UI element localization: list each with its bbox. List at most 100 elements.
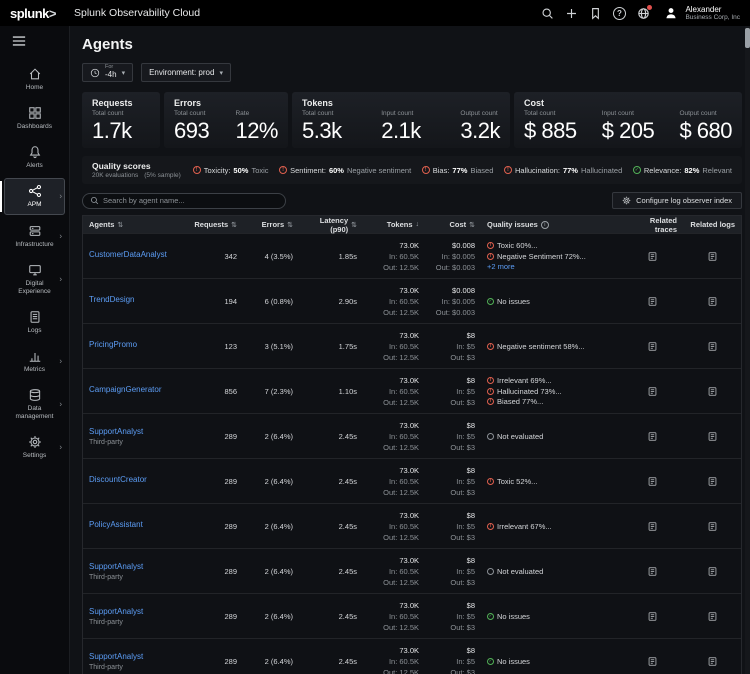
related-traces-button[interactable] — [621, 519, 683, 534]
help-icon[interactable]: ? — [607, 2, 631, 24]
sidebar-item-apm[interactable]: APM › — [4, 178, 65, 214]
table-row[interactable]: PricingPromo 123 3 (5.1%) 1.75s 73.0K In… — [83, 323, 741, 368]
agent-cell: PolicyAssistant — [83, 518, 191, 534]
related-traces-button[interactable] — [621, 249, 683, 264]
table-row[interactable]: CustomerDataAnalyst 342 4 (3.5%) 1.85s 7… — [83, 233, 741, 278]
splunk-logo[interactable]: splunk> — [10, 6, 56, 21]
agent-name-link[interactable]: SupportAnalyst — [89, 427, 143, 436]
quality-issue-text: Irrelevant 69%... — [497, 376, 552, 385]
table-row[interactable]: SupportAnalyst Third-party 289 2 (6.4%) … — [83, 548, 741, 593]
agent-name-link[interactable]: DiscountCreator — [89, 475, 147, 484]
column-header-cost[interactable]: Cost⇅ — [425, 220, 481, 229]
table-row[interactable]: CampaignGenerator 856 7 (2.3%) 1.10s 73.… — [83, 368, 741, 413]
scrollbar-thumb[interactable] — [745, 28, 750, 48]
tokens-cell: 73.0K In: 60.5K Out: 12.5K — [363, 419, 425, 454]
related-logs-button[interactable] — [683, 564, 741, 579]
table-row[interactable]: PolicyAssistant 289 2 (6.4%) 2.45s 73.0K… — [83, 503, 741, 548]
related-logs-button[interactable] — [683, 249, 741, 264]
related-traces-button[interactable] — [621, 654, 683, 669]
agent-name-link[interactable]: TrendDesign — [89, 295, 135, 304]
hamburger-menu-icon[interactable] — [0, 26, 69, 58]
agent-name-link[interactable]: CampaignGenerator — [89, 385, 161, 394]
sort-icon[interactable]: ⇅ — [231, 221, 237, 229]
search-icon[interactable] — [535, 2, 559, 24]
agent-name-link[interactable]: PolicyAssistant — [89, 520, 143, 529]
related-logs-button[interactable] — [683, 294, 741, 309]
related-logs-button[interactable] — [683, 519, 741, 534]
requests-cell: 289 — [191, 610, 243, 623]
related-traces-icon — [647, 431, 658, 442]
sort-icon[interactable]: ↓ — [416, 221, 420, 228]
related-logs-icon — [707, 521, 718, 532]
agent-name-link[interactable]: PricingPromo — [89, 340, 137, 349]
info-icon[interactable]: i — [541, 221, 549, 229]
user-menu[interactable]: Alexander Business Corp, Inc — [663, 5, 740, 22]
related-traces-button[interactable] — [621, 474, 683, 489]
requests-cell: 289 — [191, 475, 243, 488]
related-traces-icon — [647, 251, 658, 262]
sort-icon[interactable]: ⇅ — [287, 221, 293, 229]
column-header-tokens[interactable]: Tokens↓ — [363, 220, 425, 229]
more-issues-link[interactable]: +2 more — [487, 262, 515, 271]
column-header-latency[interactable]: Latency (p90)⇅ — [299, 216, 363, 234]
agent-name-link[interactable]: SupportAnalyst — [89, 607, 143, 616]
quality-issues-cell: !Toxic 60%...!Negative Sentiment 72%...+… — [481, 238, 621, 275]
sidebar-item-metrics[interactable]: Metrics › — [4, 343, 65, 379]
sidebar-item-data-management[interactable]: Data management › — [4, 382, 65, 426]
related-logs-button[interactable] — [683, 474, 741, 489]
column-header-requests[interactable]: Requests⇅ — [191, 220, 243, 229]
related-traces-button[interactable] — [621, 609, 683, 624]
column-header-quality-issues[interactable]: Quality issuesi — [481, 220, 621, 229]
agent-subtitle: Third-party — [89, 439, 185, 446]
agent-name-link[interactable]: SupportAnalyst — [89, 652, 143, 661]
table-row[interactable]: DiscountCreator 289 2 (6.4%) 2.45s 73.0K… — [83, 458, 741, 503]
tokens-cell: 73.0K In: 60.5K Out: 12.5K — [363, 464, 425, 499]
sidebar-item-infrastructure[interactable]: Infrastructure › — [4, 218, 65, 254]
column-header-agents[interactable]: Agents⇅ — [83, 220, 191, 229]
sidebar-item-dashboards[interactable]: Dashboards — [4, 100, 65, 136]
check-icon: ✓ — [487, 298, 494, 305]
sidebar-item-settings[interactable]: Settings › — [4, 429, 65, 465]
requests-total-value: 1.7k — [92, 118, 132, 144]
table-row[interactable]: TrendDesign 194 6 (0.8%) 2.90s 73.0K In:… — [83, 278, 741, 323]
agent-search-box[interactable] — [82, 193, 286, 209]
related-logs-button[interactable] — [683, 609, 741, 624]
related-traces-button[interactable] — [621, 339, 683, 354]
globe-icon[interactable] — [631, 2, 655, 24]
sidebar-item-alerts[interactable]: Alerts — [4, 139, 65, 175]
sort-icon[interactable]: ⇅ — [469, 221, 475, 229]
related-logs-button[interactable] — [683, 384, 741, 399]
time-range-picker[interactable]: For -4h ▾ — [82, 63, 133, 82]
filter-controls: For -4h ▾ Environment: prod ▾ — [82, 63, 742, 82]
quality-issues-cell: !Irrelevant 69%...!Hallucinated 73%...!B… — [481, 373, 621, 410]
environment-picker[interactable]: Environment: prod ▾ — [141, 63, 231, 82]
related-logs-button[interactable] — [683, 654, 741, 669]
sidebar-item-home[interactable]: Home — [4, 61, 65, 97]
related-logs-button[interactable] — [683, 339, 741, 354]
related-logs-button[interactable] — [683, 429, 741, 444]
agent-name-link[interactable]: SupportAnalyst — [89, 562, 143, 571]
scrollbar-track[interactable] — [745, 26, 750, 674]
configure-log-observer-button[interactable]: Configure log observer index — [612, 192, 742, 209]
agent-cell: SupportAnalyst Third-party — [83, 650, 191, 673]
agent-cell: SupportAnalyst Third-party — [83, 605, 191, 628]
table-row[interactable]: SupportAnalyst Third-party 289 2 (6.4%) … — [83, 638, 741, 674]
sort-icon[interactable]: ⇅ — [117, 221, 123, 229]
agent-name-link[interactable]: CustomerDataAnalyst — [89, 250, 167, 259]
check-icon: ✓ — [633, 166, 641, 174]
search-input[interactable] — [103, 196, 278, 205]
plus-icon[interactable] — [559, 2, 583, 24]
quality-issue[interactable]: +2 more — [487, 262, 615, 271]
table-row[interactable]: SupportAnalyst Third-party 289 2 (6.4%) … — [83, 593, 741, 638]
related-traces-button[interactable] — [621, 294, 683, 309]
bookmark-icon[interactable] — [583, 2, 607, 24]
sort-icon[interactable]: ⇅ — [351, 221, 357, 229]
agent-cell: DiscountCreator — [83, 473, 191, 489]
column-header-errors[interactable]: Errors⇅ — [243, 220, 299, 229]
related-traces-button[interactable] — [621, 564, 683, 579]
sidebar-item-digital-experience[interactable]: Digital Experience › — [4, 257, 65, 301]
sidebar-item-logs[interactable]: Logs — [4, 304, 65, 340]
table-row[interactable]: SupportAnalyst Third-party 289 2 (6.4%) … — [83, 413, 741, 458]
related-traces-button[interactable] — [621, 429, 683, 444]
related-traces-button[interactable] — [621, 384, 683, 399]
